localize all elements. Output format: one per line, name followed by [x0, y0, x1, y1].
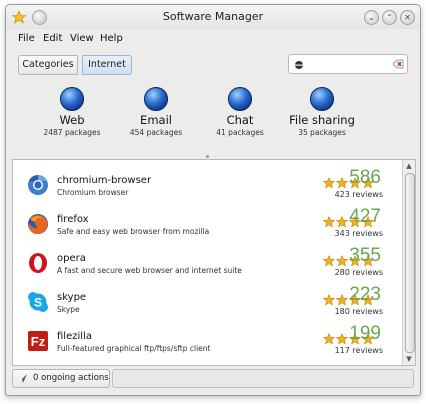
- filezilla-icon: Fz: [28, 331, 48, 351]
- minimize-button[interactable]: ⌄: [364, 10, 379, 25]
- ongoing-actions-button[interactable]: 0 ongoing actions: [12, 369, 110, 388]
- review-count: 180 reviews: [334, 307, 383, 316]
- app-name: filezilla: [57, 331, 92, 342]
- maximize-button[interactable]: ⌃: [382, 10, 397, 25]
- menu-help[interactable]: Help: [100, 33, 123, 44]
- software-manager-window: Software Manager ⌄ ⌃ ✕ File Edit View He…: [5, 4, 421, 396]
- list-item[interactable]: chromium-browser Chromium browser 586 42…: [13, 166, 401, 204]
- list-item[interactable]: S skype Skype 223 180 reviews: [13, 283, 401, 321]
- send-icon: [18, 374, 27, 383]
- scroll-up-arrow[interactable]: ▲: [405, 162, 413, 170]
- category-count: 35 packages: [298, 128, 346, 137]
- popularity-score: 355: [349, 245, 381, 266]
- scroll-down-arrow[interactable]: ▼: [405, 355, 413, 363]
- app-name: skype: [57, 292, 87, 303]
- firefox-icon: [28, 214, 48, 234]
- app-list: chromium-browser Chromium browser 586 42…: [12, 159, 416, 366]
- close-button[interactable]: ✕: [400, 10, 415, 25]
- progress-area: [112, 369, 414, 388]
- menu-file[interactable]: File: [18, 33, 35, 44]
- category-count: 2487 packages: [43, 128, 101, 137]
- category-count: 454 packages: [129, 128, 183, 137]
- category-count: 41 packages: [216, 128, 264, 137]
- status-bar: 0 ongoing actions: [12, 369, 414, 388]
- category-name: Email: [140, 113, 172, 127]
- category-name: File sharing: [289, 113, 355, 127]
- popularity-score: 427: [349, 206, 381, 227]
- popularity-score: 586: [349, 167, 381, 188]
- title-bar: Software Manager ⌄ ⌃ ✕: [6, 5, 420, 29]
- chromium-icon: [28, 175, 48, 195]
- app-name: opera: [57, 253, 86, 264]
- app-description: Chromium browser: [57, 188, 129, 197]
- splitter-handle[interactable]: [206, 155, 209, 158]
- category-web[interactable]: Web 2487 packages: [32, 87, 112, 137]
- category-email[interactable]: Email 454 packages: [116, 87, 196, 137]
- opera-icon: [29, 253, 47, 273]
- list-item[interactable]: firefox Safe and easy web browser from m…: [13, 205, 401, 243]
- app-name: firefox: [57, 214, 89, 225]
- breadcrumb-internet[interactable]: Internet: [82, 55, 132, 75]
- status-text: 0 ongoing actions: [33, 373, 109, 383]
- review-count: 423 reviews: [334, 190, 383, 199]
- category-name: Chat: [226, 113, 254, 127]
- category-panel: Web 2487 packages Email 454 packages Cha…: [12, 81, 414, 155]
- menu-bar: File Edit View Help: [6, 29, 420, 49]
- scrollbar-thumb[interactable]: [405, 173, 415, 353]
- list-item[interactable]: Fz filezilla Full-featured graphical ftp…: [13, 322, 401, 360]
- breadcrumb: Categories Internet: [6, 49, 420, 79]
- app-description: Safe and easy web browser from mozilla: [57, 227, 210, 236]
- clear-search-icon[interactable]: [392, 58, 404, 70]
- skype-icon: S: [28, 292, 48, 312]
- popularity-score: 223: [349, 284, 381, 305]
- app-description: Full-featured graphical ftp/ftps/sftp cl…: [57, 344, 211, 353]
- globe-icon: [228, 87, 252, 111]
- app-name: chromium-browser: [57, 175, 152, 186]
- search-icon: [295, 61, 303, 69]
- svg-text:Fz: Fz: [31, 334, 46, 349]
- vertical-scrollbar[interactable]: ▲ ▼: [402, 160, 415, 365]
- review-count: 343 reviews: [334, 229, 383, 238]
- svg-text:S: S: [34, 296, 42, 310]
- category-chat[interactable]: Chat 41 packages: [200, 87, 280, 137]
- window-title: Software Manager: [162, 10, 264, 23]
- category-file-sharing[interactable]: File sharing 35 packages: [282, 87, 362, 137]
- review-count: 280 reviews: [334, 268, 383, 277]
- app-description: A fast and secure web browser and intern…: [57, 266, 242, 275]
- globe-icon: [144, 87, 168, 111]
- app-description: Skype: [57, 305, 80, 314]
- category-name: Web: [59, 113, 85, 127]
- list-item[interactable]: opera A fast and secure web browser and …: [13, 244, 401, 282]
- search-input[interactable]: [288, 54, 408, 74]
- breadcrumb-categories[interactable]: Categories: [18, 55, 78, 75]
- globe-icon: [60, 87, 84, 111]
- menu-view[interactable]: View: [70, 33, 94, 44]
- menu-edit[interactable]: Edit: [43, 33, 62, 44]
- popularity-score: 199: [349, 323, 381, 344]
- globe-icon: [310, 87, 334, 111]
- review-count: 117 reviews: [334, 346, 383, 355]
